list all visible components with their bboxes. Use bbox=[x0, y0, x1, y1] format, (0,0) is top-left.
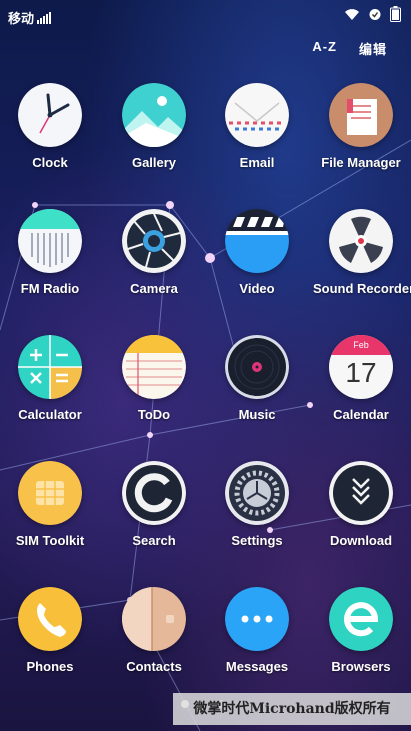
battery-icon bbox=[390, 6, 401, 22]
app-download[interactable]: Download bbox=[313, 461, 409, 548]
app-browsers[interactable]: Browsers bbox=[313, 587, 409, 674]
app-label: Phones bbox=[26, 659, 74, 674]
status-bar: 移动 bbox=[0, 0, 411, 32]
app-email[interactable]: Email bbox=[209, 83, 305, 170]
edit-button[interactable]: 编辑 bbox=[359, 39, 387, 58]
app-label: Music bbox=[238, 407, 276, 422]
calendar-icon: Feb 17 bbox=[329, 335, 393, 399]
sound-recorder-icon bbox=[329, 209, 393, 273]
settings-icon bbox=[225, 461, 289, 525]
app-search[interactable]: Search bbox=[106, 461, 202, 548]
email-icon bbox=[225, 83, 289, 147]
app-label: Camera bbox=[130, 281, 178, 296]
contacts-icon bbox=[122, 587, 186, 651]
alarm-icon bbox=[369, 9, 381, 20]
carrier-name: 移动 bbox=[8, 11, 35, 26]
fm-radio-icon bbox=[18, 209, 82, 273]
app-label: FM Radio bbox=[20, 281, 80, 296]
app-label: Gallery bbox=[131, 155, 177, 170]
download-icon bbox=[329, 461, 393, 525]
app-label: Video bbox=[239, 281, 275, 296]
app-label: Settings bbox=[231, 533, 283, 548]
app-settings[interactable]: Settings bbox=[209, 461, 305, 548]
app-clock[interactable]: Clock bbox=[2, 83, 98, 170]
camera-icon bbox=[122, 209, 186, 273]
app-label: SIM Toolkit bbox=[15, 533, 85, 548]
app-label: Contacts bbox=[126, 659, 182, 674]
calendar-month: Feb bbox=[353, 340, 369, 350]
browser-icon bbox=[329, 587, 393, 651]
app-label: Calendar bbox=[333, 407, 389, 422]
app-camera[interactable]: Camera bbox=[106, 209, 202, 296]
sim-toolkit-icon bbox=[18, 461, 82, 525]
app-label: Sound Recorder bbox=[313, 281, 411, 296]
carrier-label: 移动 bbox=[8, 8, 52, 27]
app-calculator[interactable]: Calculator bbox=[2, 335, 98, 422]
app-phones[interactable]: Phones bbox=[2, 587, 98, 674]
app-contacts[interactable]: Contacts bbox=[106, 587, 202, 674]
search-icon bbox=[122, 461, 186, 525]
app-label: Download bbox=[329, 533, 393, 548]
app-label: Calculator bbox=[18, 407, 82, 422]
clock-icon bbox=[18, 83, 82, 147]
todo-icon bbox=[122, 335, 186, 399]
calendar-day: 17 bbox=[345, 357, 377, 388]
app-drawer-toolbar: A-Z 编辑 bbox=[312, 39, 387, 58]
app-gallery[interactable]: Gallery bbox=[106, 83, 202, 170]
app-label: Messages bbox=[225, 659, 289, 674]
signal-icon bbox=[37, 11, 52, 24]
app-label: Browsers bbox=[331, 659, 391, 674]
app-messages[interactable]: Messages bbox=[209, 587, 305, 674]
app-file-manager[interactable]: File Manager bbox=[313, 83, 409, 170]
app-fm-radio[interactable]: FM Radio bbox=[2, 209, 98, 296]
video-icon bbox=[225, 209, 289, 273]
gallery-icon bbox=[122, 83, 186, 147]
app-label: ToDo bbox=[137, 407, 171, 422]
music-icon bbox=[225, 335, 289, 399]
phone-icon bbox=[18, 587, 82, 651]
app-label: Search bbox=[132, 533, 176, 548]
app-video[interactable]: Video bbox=[209, 209, 305, 296]
watermark: 微掌时代Microhand版权所有 bbox=[173, 693, 411, 725]
messages-icon bbox=[225, 587, 289, 651]
app-todo[interactable]: ToDo bbox=[106, 335, 202, 422]
calculator-icon bbox=[18, 335, 82, 399]
app-sound-recorder[interactable]: Sound Recorder bbox=[313, 209, 411, 296]
file-manager-icon bbox=[329, 83, 393, 147]
wifi-icon bbox=[345, 8, 359, 20]
sort-az-button[interactable]: A-Z bbox=[312, 39, 337, 58]
app-label: Clock bbox=[32, 155, 68, 170]
app-music[interactable]: Music bbox=[209, 335, 305, 422]
app-calendar[interactable]: Feb 17 Calendar bbox=[313, 335, 409, 422]
app-label: Email bbox=[239, 155, 275, 170]
app-sim-toolkit[interactable]: SIM Toolkit bbox=[2, 461, 98, 548]
app-label: File Manager bbox=[321, 155, 401, 170]
